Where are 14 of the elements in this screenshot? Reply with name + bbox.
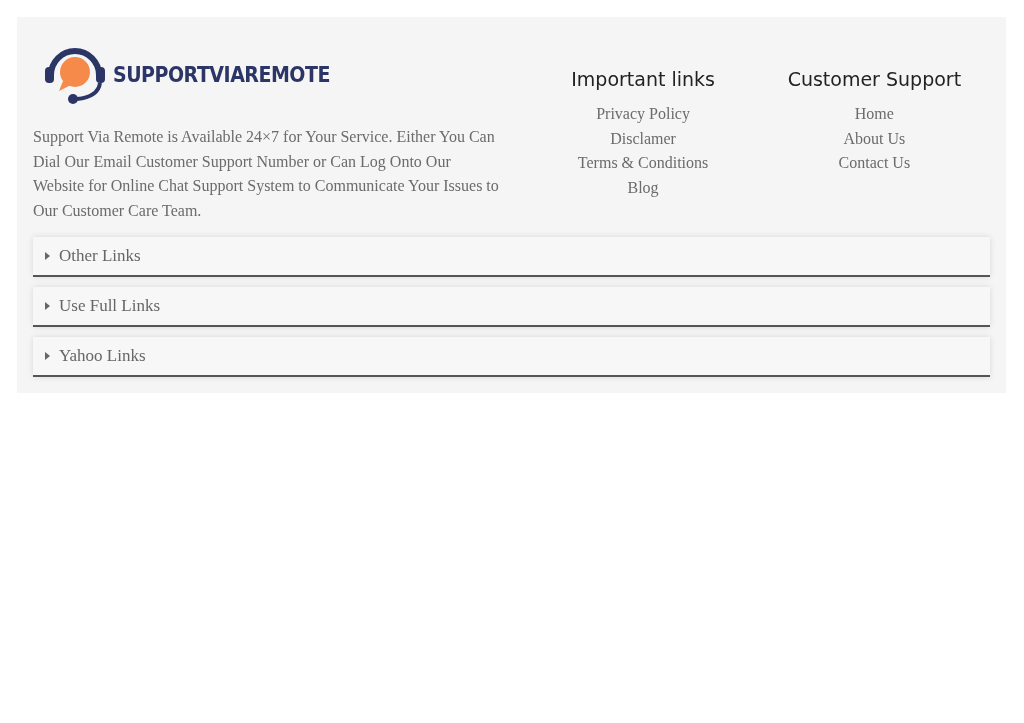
column-heading: Customer Support bbox=[787, 68, 962, 90]
accordion-header[interactable]: Use Full Links bbox=[33, 287, 990, 327]
column-heading: Important links bbox=[571, 68, 715, 90]
logo-wordmark: SUPPORTVIAREMOTE bbox=[113, 61, 330, 87]
footer-link[interactable]: Contact Us bbox=[838, 151, 911, 176]
about-paragraph: Support Via Remote is Available 24×7 for Your Service. Either You Can Dial Our Email Customer Support Number or Can Log Onto Our Website for Online Chat Support System to Communicate Your Issues to Our Customer Care Team. bbox=[33, 127, 500, 221]
footer-link[interactable]: Disclamer bbox=[610, 126, 676, 151]
footer-link[interactable]: Home bbox=[854, 102, 894, 127]
footer-link[interactable]: Privacy Policy bbox=[596, 102, 690, 127]
accordion-header[interactable]: Yahoo Links bbox=[33, 337, 990, 377]
footer-link[interactable]: About Us bbox=[843, 126, 906, 151]
footer-link[interactable]: Blog bbox=[627, 175, 659, 200]
accordion-header[interactable]: Other Links bbox=[33, 237, 990, 277]
footer-link[interactable]: Terms & Conditions bbox=[577, 151, 709, 176]
